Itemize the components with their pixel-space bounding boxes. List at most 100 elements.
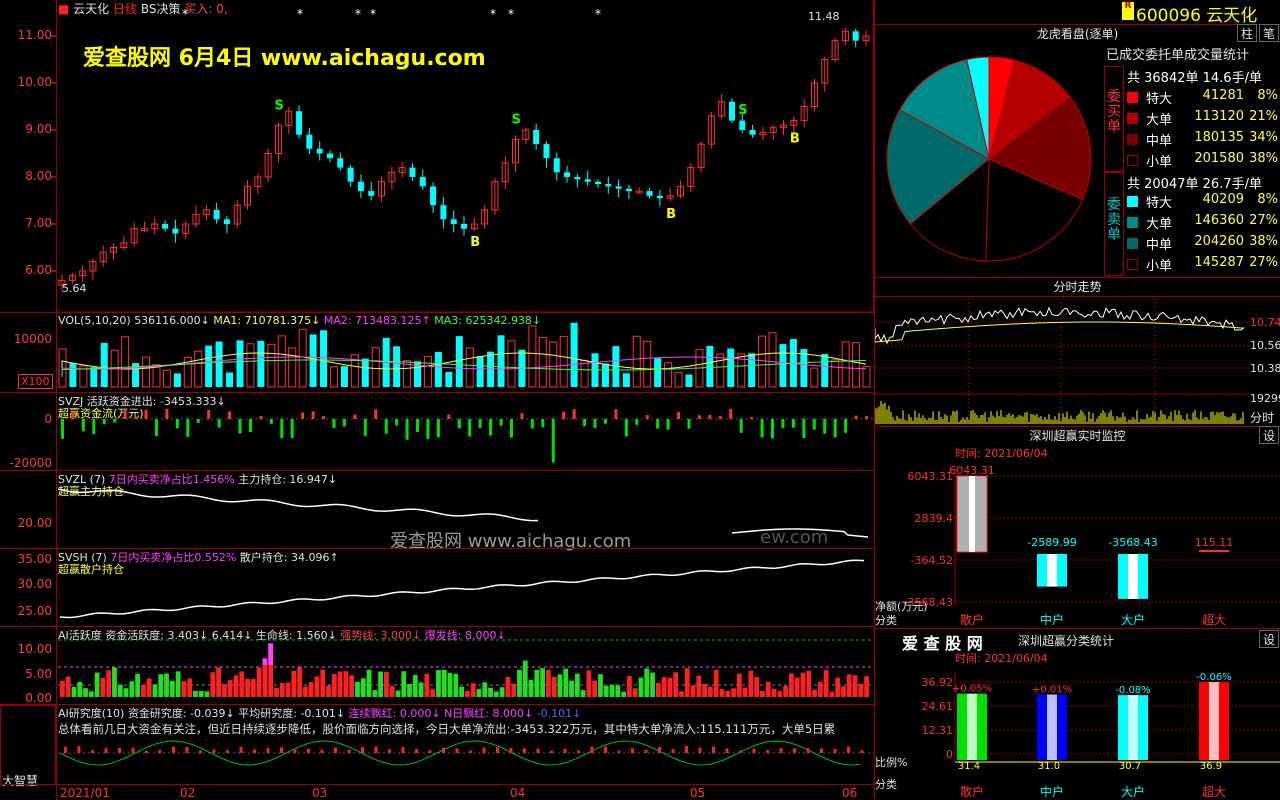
svzj-bar bbox=[123, 409, 127, 419]
ai-bar bbox=[644, 668, 650, 697]
ai-bar bbox=[748, 670, 754, 697]
stock-badge: R bbox=[1122, 2, 1134, 20]
row-pct: 27% bbox=[1249, 213, 1278, 228]
svzj-bar bbox=[802, 419, 806, 439]
research-bar bbox=[293, 749, 297, 753]
intraday-time-label: 分时 bbox=[1250, 411, 1275, 425]
svzj-bar bbox=[228, 411, 232, 419]
svzj-panel[interactable]: SVZJ 活跃资金进出: -3453.333↓ 超赢资金流(万元) 0 -200… bbox=[0, 393, 874, 471]
row-label: 小单 bbox=[1146, 259, 1173, 274]
ai-bar bbox=[181, 681, 187, 697]
ai-bar bbox=[655, 682, 661, 697]
ai-bar bbox=[227, 680, 233, 697]
vol-bar bbox=[716, 353, 725, 388]
ai-bar bbox=[592, 680, 598, 697]
vol-bar bbox=[445, 371, 453, 387]
svsh-line bbox=[59, 559, 865, 619]
svzj-bar bbox=[656, 419, 660, 429]
legend-swatch bbox=[1127, 134, 1138, 145]
svsh-panel[interactable]: SVSH (7) 7日内买卖净占比0.552% 散户持仓: 34.096↑ 超赢… bbox=[0, 549, 874, 627]
divider bbox=[875, 628, 1280, 629]
class-title: 深圳超赢分类统计 bbox=[1018, 634, 1115, 648]
svzl-panel[interactable]: SVZL (7) 7日内买卖净占比1.456% 主力持仓: 16.947↓ 超赢… bbox=[0, 471, 874, 552]
research-bar bbox=[482, 747, 486, 753]
intraday-chart[interactable] bbox=[875, 298, 1250, 426]
ai-bar bbox=[378, 671, 383, 697]
stock-analysis-window: ■ 云天化 日线 BS决策 买入: 0, 爱查股网 6月4日 www.aicha… bbox=[0, 0, 1280, 800]
vol-bar bbox=[841, 341, 850, 388]
ai-bar bbox=[557, 674, 563, 697]
bar-mode-button[interactable]: 柱 bbox=[1237, 24, 1257, 42]
svzj-bar bbox=[645, 415, 649, 419]
research-bar bbox=[523, 748, 526, 753]
research-bar bbox=[496, 747, 499, 753]
monitor-unit: 净额(万元) bbox=[875, 599, 928, 613]
ai-bar bbox=[279, 683, 285, 697]
vol-bar bbox=[215, 341, 223, 387]
class-category: 散户 bbox=[960, 784, 984, 799]
buy-side-label: 委买单 bbox=[1107, 89, 1121, 135]
ai-bar bbox=[696, 675, 702, 697]
svzj-bar bbox=[457, 419, 461, 429]
row-pct: 27% bbox=[1249, 255, 1278, 270]
ai-bar bbox=[459, 686, 464, 697]
ai-bar bbox=[783, 685, 788, 697]
svzj-bar bbox=[781, 419, 785, 429]
svzj-bar bbox=[61, 419, 64, 439]
ai-bar bbox=[574, 673, 580, 697]
research-bar bbox=[779, 748, 783, 753]
ai-bar bbox=[355, 681, 360, 697]
row-value: 201580 bbox=[1194, 151, 1244, 166]
monitor-value-label: -3568.43 bbox=[1108, 536, 1157, 549]
intraday-vol: 19299 bbox=[1250, 392, 1280, 405]
research-bar bbox=[469, 750, 472, 753]
research-bar bbox=[617, 750, 621, 753]
tick-mode-button[interactable]: 笔 bbox=[1259, 24, 1279, 42]
svzj-bar bbox=[175, 419, 179, 429]
research-bar bbox=[253, 749, 256, 753]
ai-bar bbox=[106, 670, 112, 697]
longhu-subtitle: 已成交委托单成交量统计 bbox=[1106, 48, 1250, 63]
monitor-value-label: 6043.31 bbox=[949, 464, 995, 477]
vol-bar bbox=[205, 345, 213, 387]
ai-bar bbox=[493, 691, 499, 697]
monitor-title: 深圳超赢实时监控 bbox=[875, 426, 1280, 444]
ai-bar bbox=[308, 682, 314, 697]
ai-bar bbox=[343, 671, 349, 697]
ai-bar bbox=[522, 660, 528, 697]
ai-bar bbox=[742, 687, 748, 697]
ai-bar bbox=[650, 672, 655, 697]
vol-bar bbox=[121, 336, 130, 388]
class-change-label: +0.05% bbox=[952, 684, 992, 695]
row-pct: 8% bbox=[1257, 192, 1278, 207]
row-value: 146360 bbox=[1194, 213, 1244, 228]
research-bar bbox=[347, 749, 351, 753]
monitor-settings-button[interactable]: 设 bbox=[1259, 426, 1279, 444]
class-settings-button[interactable]: 设 bbox=[1259, 630, 1279, 648]
svzj-bar bbox=[833, 419, 837, 438]
research-bar bbox=[658, 747, 661, 753]
volume-panel[interactable]: VOL(5,10,20) 536116.000↓ MA1: 710781.375… bbox=[0, 313, 874, 393]
research-bar bbox=[563, 748, 567, 753]
ai-bar bbox=[198, 690, 204, 697]
ai-bar bbox=[846, 674, 852, 697]
svzj-bar bbox=[635, 419, 639, 425]
research-bar bbox=[415, 749, 418, 753]
svzj-bar bbox=[322, 416, 326, 419]
monitor-y-label: 2839.4 bbox=[915, 512, 954, 525]
svzj-bar bbox=[551, 419, 555, 463]
svzj-bar bbox=[113, 419, 117, 423]
ai-active-panel[interactable]: AI活跃度 资金活跃度: 3.403↓ 6.414↓ 生命线: 1.560↓ 强… bbox=[0, 627, 874, 705]
row-label: 小单 bbox=[1146, 155, 1173, 170]
ai-bar bbox=[401, 671, 407, 697]
svzj-bar bbox=[593, 419, 597, 428]
ai-research-panel[interactable]: 大智慧 AI研究度(10) 资金研究度: -0.039↓ 平均研究度: -0.1… bbox=[0, 705, 874, 788]
ai-bar bbox=[233, 675, 239, 697]
ai-bar bbox=[366, 669, 372, 697]
class-bar-shine bbox=[967, 693, 977, 760]
svzj-bar bbox=[739, 419, 743, 433]
svzj-bar bbox=[468, 419, 472, 437]
research-bar bbox=[118, 747, 121, 753]
row-value: 41281 bbox=[1202, 88, 1244, 103]
research-bar bbox=[725, 748, 729, 753]
